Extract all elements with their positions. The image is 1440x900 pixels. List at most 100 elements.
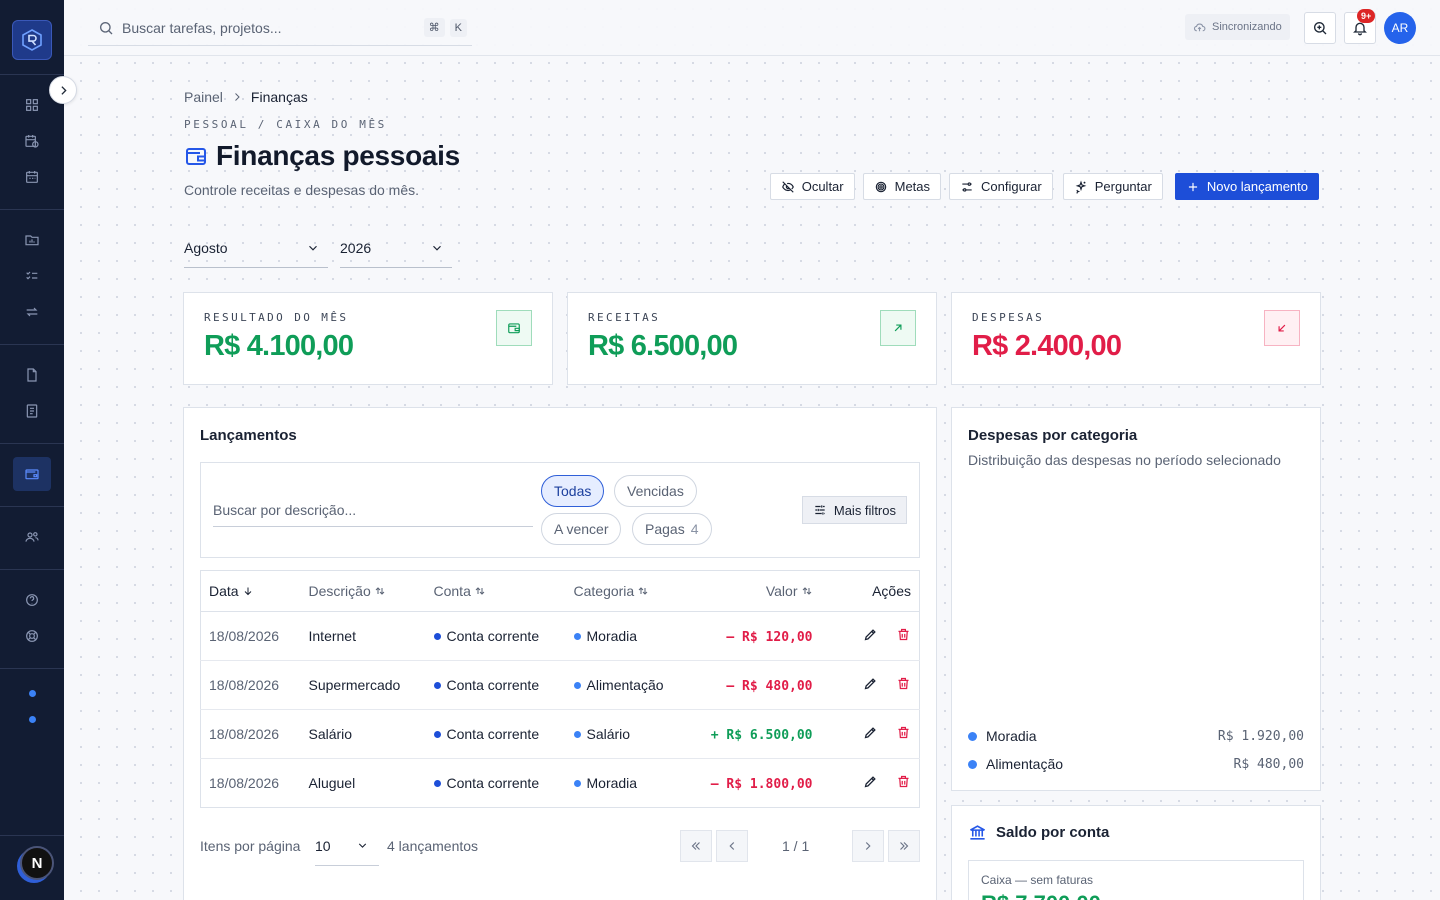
trash-icon[interactable] bbox=[896, 774, 911, 789]
page-subtitle: Controle receitas e despesas do mês. bbox=[184, 182, 420, 198]
amount: – R$ 120,00 bbox=[726, 629, 813, 645]
page-eyebrow: PESSOAL / CAIXA DO MÊS bbox=[184, 118, 387, 131]
next-page-button[interactable] bbox=[852, 830, 884, 862]
sidebar-item-calendar[interactable] bbox=[13, 160, 51, 194]
cell-account: Conta corrente bbox=[425, 709, 566, 759]
lifebuoy-icon bbox=[26, 630, 38, 642]
column-label: Data bbox=[209, 583, 239, 599]
category-label: Moradia bbox=[586, 775, 638, 791]
cell-value: – R$ 120,00 bbox=[685, 611, 821, 661]
filter-chip-all[interactable]: Todas bbox=[541, 475, 605, 507]
year-select[interactable]: 2026 bbox=[340, 228, 452, 268]
month-select[interactable]: Agosto bbox=[184, 228, 328, 268]
table-row[interactable]: 18/08/2026 Internet Conta corrente Morad… bbox=[200, 611, 920, 661]
chevron-right-icon bbox=[60, 85, 67, 95]
column-date[interactable]: Data bbox=[200, 570, 301, 612]
arrow-down-left-icon bbox=[1264, 310, 1300, 346]
trash-icon[interactable] bbox=[896, 627, 911, 642]
column-category[interactable]: Categoria bbox=[565, 570, 686, 612]
user-workspace-badge[interactable]: N bbox=[20, 846, 54, 880]
sidebar-item-sync[interactable] bbox=[13, 295, 51, 329]
edit-pencil-icon[interactable] bbox=[863, 725, 878, 740]
avatar[interactable]: AR bbox=[1384, 12, 1416, 44]
repeat-icon bbox=[26, 307, 38, 317]
sidebar-divider bbox=[0, 569, 64, 570]
kpi-card-result: RESULTADO DO MÊS R$ 4.100,00 bbox=[183, 292, 553, 385]
ask-button[interactable]: Perguntar bbox=[1062, 173, 1163, 200]
table-row[interactable]: 18/08/2026 Aluguel Conta corrente Moradi… bbox=[201, 759, 920, 808]
grid-icon bbox=[26, 99, 38, 111]
sidebar-item-documents[interactable] bbox=[13, 394, 51, 428]
sidebar-item-team[interactable] bbox=[13, 520, 51, 554]
app-logo[interactable] bbox=[12, 20, 52, 60]
column-label: Conta bbox=[433, 583, 471, 599]
column-label: Valor bbox=[765, 583, 798, 599]
account-card[interactable]: Caixa — sem faturas R$ 7.700,00 bbox=[968, 860, 1304, 900]
column-account[interactable]: Conta bbox=[425, 570, 566, 612]
prev-page-button[interactable] bbox=[716, 830, 748, 862]
account-dot bbox=[433, 633, 441, 640]
sync-status: Sincronizando bbox=[1185, 14, 1290, 40]
topbar: Buscar tarefas, projetos... ⌘ K Sincroni… bbox=[64, 0, 1440, 56]
category-label: Alimentação bbox=[586, 677, 664, 693]
hide-values-button[interactable]: Ocultar bbox=[769, 173, 855, 200]
per-page-value: 10 bbox=[315, 837, 331, 854]
sidebar-item-help[interactable] bbox=[13, 583, 51, 617]
zoom-in-icon bbox=[1314, 22, 1327, 35]
amount: – R$ 480,00 bbox=[726, 678, 813, 694]
breadcrumb-current: Finanças bbox=[250, 89, 308, 105]
sidebar-item-projects[interactable] bbox=[13, 223, 51, 257]
help-icon bbox=[26, 594, 38, 606]
breadcrumb-root[interactable]: Painel bbox=[184, 89, 223, 105]
kpi-card-income: RECEITAS R$ 6.500,00 bbox=[567, 292, 937, 385]
filter-sliders-icon bbox=[815, 505, 825, 515]
column-description[interactable]: Descrição bbox=[300, 570, 426, 612]
new-entry-button[interactable]: Novo lançamento bbox=[1174, 173, 1319, 200]
filter-chip-upcoming[interactable]: A vencer bbox=[541, 513, 622, 545]
per-page-select[interactable]: 10 bbox=[315, 826, 379, 866]
edit-pencil-icon[interactable] bbox=[863, 774, 878, 789]
first-page-button[interactable] bbox=[680, 830, 712, 862]
table-header-row: Data Descrição Conta Categoria Valor Açõ… bbox=[200, 570, 920, 612]
goals-button[interactable]: Metas bbox=[862, 173, 942, 200]
description-search-input[interactable]: Buscar por descrição... bbox=[213, 493, 533, 527]
cell-category: Moradia bbox=[565, 611, 686, 661]
table-row[interactable]: 18/08/2026 Salário Conta corrente Salári… bbox=[200, 709, 920, 759]
sidebar-item-dashboard[interactable] bbox=[13, 88, 51, 122]
cell-category: Moradia bbox=[566, 759, 686, 808]
column-value[interactable]: Valor bbox=[685, 570, 821, 612]
more-filters-button[interactable]: Mais filtros bbox=[801, 496, 907, 524]
edit-pencil-icon[interactable] bbox=[863, 676, 878, 691]
search-icon bbox=[100, 21, 113, 34]
trash-icon[interactable] bbox=[896, 676, 911, 691]
zoom-button[interactable] bbox=[1304, 12, 1336, 44]
cell-account: Conta corrente bbox=[426, 759, 566, 808]
sidebar-item-tasks[interactable] bbox=[13, 259, 51, 293]
sort-icon bbox=[475, 587, 485, 595]
global-search[interactable]: Buscar tarefas, projetos... ⌘ K bbox=[88, 10, 472, 46]
sparkles-icon bbox=[1075, 179, 1087, 194]
sidebar-item-schedule[interactable] bbox=[13, 124, 51, 158]
table-row[interactable]: 18/08/2026 Supermercado Conta corrente A… bbox=[200, 660, 920, 710]
arrow-down-icon bbox=[244, 587, 251, 596]
sidebar-item-finances[interactable] bbox=[13, 457, 51, 491]
filter-chip-overdue[interactable]: Vencidas bbox=[614, 475, 697, 507]
sidebar-item-support[interactable] bbox=[13, 619, 51, 653]
category-name: Alimentação bbox=[986, 756, 1064, 772]
category-dot bbox=[573, 780, 581, 787]
edit-pencil-icon[interactable] bbox=[863, 627, 878, 642]
configure-button[interactable]: Configurar bbox=[949, 173, 1053, 200]
sidebar-item-notes[interactable] bbox=[13, 358, 51, 392]
search-input[interactable]: Buscar tarefas, projetos... bbox=[122, 20, 424, 36]
calendar-icon bbox=[26, 171, 38, 183]
chevron-right-icon bbox=[865, 842, 871, 850]
trash-icon[interactable] bbox=[896, 725, 911, 740]
sidebar-expand-button[interactable] bbox=[49, 76, 77, 104]
cloud-upload-icon bbox=[1193, 23, 1206, 31]
status-dot bbox=[28, 716, 36, 723]
filter-chip-paid[interactable]: Pagas 4 bbox=[632, 513, 712, 545]
column-actions: Ações bbox=[820, 570, 920, 612]
cell-description: Internet bbox=[300, 611, 426, 661]
last-page-button[interactable] bbox=[888, 830, 920, 862]
logo-icon bbox=[22, 29, 42, 51]
